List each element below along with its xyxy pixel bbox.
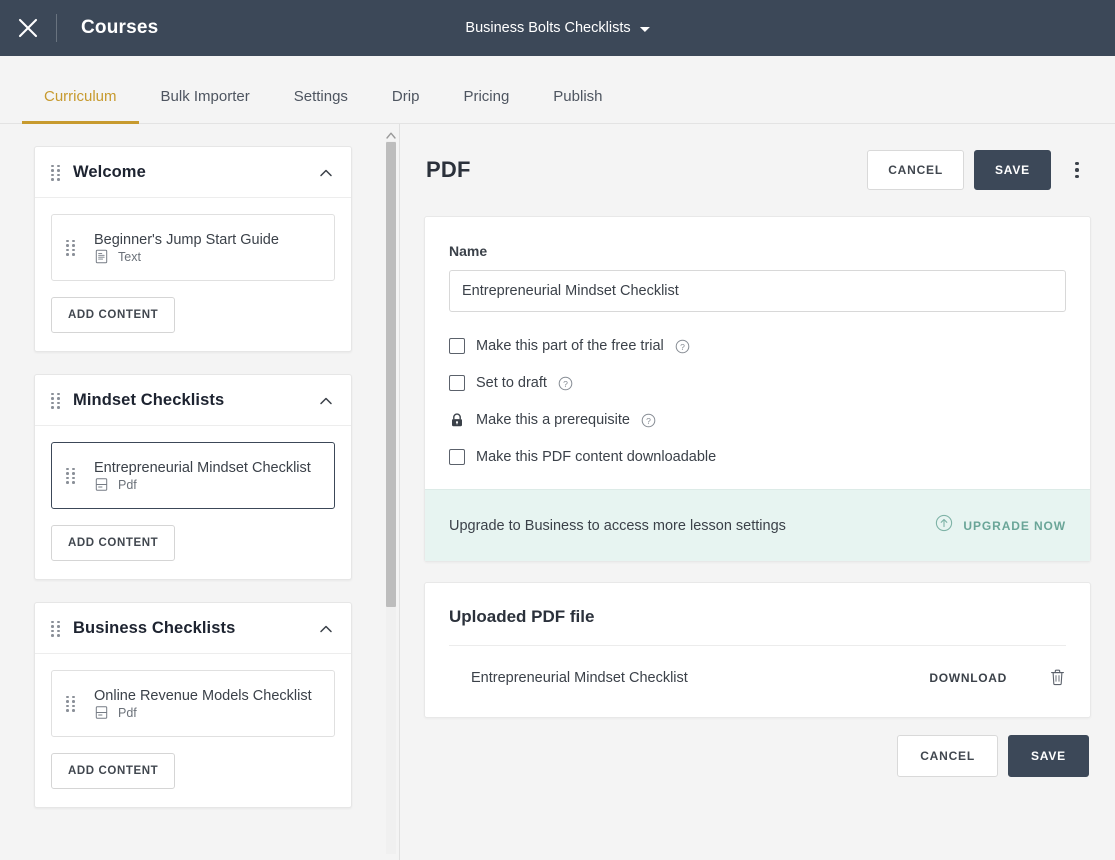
tab-publish[interactable]: Publish <box>531 88 624 123</box>
more-options-icon[interactable] <box>1063 156 1091 184</box>
section-header[interactable]: Welcome <box>35 147 351 198</box>
curriculum-section: Business Checklists Online Revenue Model… <box>34 602 352 808</box>
checkbox-free-trial[interactable] <box>449 338 465 354</box>
curriculum-sidebar: Welcome Beginner's Jump Start Guide Text… <box>0 124 382 860</box>
topbar-divider <box>56 14 57 42</box>
course-selector-label: Business Bolts Checklists <box>465 20 631 36</box>
drag-handle-icon[interactable] <box>51 164 61 181</box>
uploaded-file-title: Uploaded PDF file <box>449 607 1066 646</box>
name-label: Name <box>449 243 488 259</box>
help-icon[interactable]: ? <box>675 339 690 354</box>
checkbox-set-to-draft[interactable] <box>449 375 465 391</box>
lesson-type-label: Pdf <box>118 705 137 720</box>
svg-text:?: ? <box>646 415 651 425</box>
option-prerequisite[interactable]: Make this a prerequisite ? <box>449 412 1066 428</box>
drag-handle-icon[interactable] <box>66 239 76 256</box>
upgrade-message: Upgrade to Business to access more lesso… <box>449 517 786 534</box>
trash-icon[interactable] <box>1049 668 1066 687</box>
add-content-button[interactable]: ADD CONTENT <box>51 753 176 789</box>
chevron-down-icon <box>639 26 650 32</box>
curriculum-section: Mindset Checklists Entrepreneurial Minds… <box>34 374 352 580</box>
chevron-up-icon[interactable] <box>317 164 335 182</box>
drag-handle-icon[interactable] <box>66 467 76 484</box>
lesson-name: Entrepreneurial Mindset Checklist <box>94 460 311 476</box>
section-header[interactable]: Mindset Checklists <box>35 375 351 426</box>
svg-text:?: ? <box>563 378 568 388</box>
upgrade-now-label: UPGRADE NOW <box>963 518 1066 533</box>
option-label: Make this part of the free trial <box>476 338 664 354</box>
content-area: Welcome Beginner's Jump Start Guide Text… <box>0 124 1115 860</box>
option-label: Make this a prerequisite <box>476 412 630 428</box>
lesson-card[interactable]: Beginner's Jump Start Guide Text <box>51 214 335 281</box>
tab-settings[interactable]: Settings <box>272 88 370 123</box>
settings-panel: Name Make this part of the free trial ? <box>424 216 1091 562</box>
tab-bulk-importer[interactable]: Bulk Importer <box>139 88 272 123</box>
settings-form: Name Make this part of the free trial ? <box>425 217 1090 489</box>
pdf-file-icon <box>94 477 109 492</box>
option-downloadable[interactable]: Make this PDF content downloadable <box>449 449 1066 465</box>
editor-title: PDF <box>426 157 471 182</box>
lesson-type-label: Pdf <box>118 477 137 492</box>
editor-footer: CANCEL SAVE <box>424 735 1091 777</box>
name-input[interactable] <box>449 270 1066 312</box>
curriculum-section: Welcome Beginner's Jump Start Guide Text… <box>34 146 352 352</box>
cancel-button-bottom[interactable]: CANCEL <box>897 735 998 777</box>
lesson-type-label: Text <box>118 249 141 264</box>
section-header[interactable]: Business Checklists <box>35 603 351 654</box>
section-body: Beginner's Jump Start Guide Text ADD CON… <box>35 198 351 351</box>
download-button[interactable]: DOWNLOAD <box>929 671 1007 685</box>
section-title: Mindset Checklists <box>73 391 225 409</box>
pdf-file-icon <box>94 705 109 720</box>
top-bar: Courses Business Bolts Checklists <box>0 0 1115 56</box>
uploaded-file-panel: Uploaded PDF file Entrepreneurial Mindse… <box>424 582 1091 718</box>
chevron-up-icon[interactable] <box>317 392 335 410</box>
tab-curriculum[interactable]: Curriculum <box>22 88 139 124</box>
help-icon[interactable]: ? <box>558 376 573 391</box>
uploaded-file-name: Entrepreneurial Mindset Checklist <box>471 669 688 686</box>
arrow-up-circle-icon <box>935 514 953 537</box>
course-selector[interactable]: Business Bolts Checklists <box>465 20 650 36</box>
chevron-up-icon[interactable] <box>317 620 335 638</box>
sidebar-scrollbar[interactable] <box>382 124 400 860</box>
lesson-name: Beginner's Jump Start Guide <box>94 232 279 248</box>
lock-icon <box>449 412 465 428</box>
tab-drip[interactable]: Drip <box>370 88 442 123</box>
options-list: Make this part of the free trial ? Set t… <box>449 338 1066 465</box>
drag-handle-icon[interactable] <box>66 695 76 712</box>
add-content-button[interactable]: ADD CONTENT <box>51 297 176 333</box>
cancel-button-top[interactable]: CANCEL <box>867 150 964 190</box>
page-title: Courses <box>81 17 159 38</box>
section-body: Entrepreneurial Mindset Checklist Pdf AD… <box>35 426 351 579</box>
drag-handle-icon[interactable] <box>51 392 61 409</box>
upgrade-banner: Upgrade to Business to access more lesso… <box>425 489 1090 561</box>
section-title: Business Checklists <box>73 619 236 637</box>
svg-text:?: ? <box>680 341 685 351</box>
uploaded-file-row: Entrepreneurial Mindset Checklist DOWNLO… <box>449 646 1066 687</box>
close-icon[interactable] <box>0 0 56 56</box>
scrollbar-thumb[interactable] <box>386 142 396 607</box>
add-content-button[interactable]: ADD CONTENT <box>51 525 176 561</box>
help-icon[interactable]: ? <box>641 413 656 428</box>
editor-header: PDF CANCEL SAVE <box>424 150 1091 190</box>
lesson-card-selected[interactable]: Entrepreneurial Mindset Checklist Pdf <box>51 442 335 509</box>
tab-bar: Curriculum Bulk Importer Settings Drip P… <box>0 56 1115 124</box>
option-label: Set to draft <box>476 375 547 391</box>
upgrade-now-button[interactable]: UPGRADE NOW <box>935 514 1066 537</box>
option-label: Make this PDF content downloadable <box>476 449 717 465</box>
text-file-icon <box>94 249 109 264</box>
lesson-editor-panel: PDF CANCEL SAVE Name Make this part of t… <box>400 124 1115 860</box>
section-body: Online Revenue Models Checklist Pdf ADD … <box>35 654 351 807</box>
option-free-trial[interactable]: Make this part of the free trial ? <box>449 338 1066 354</box>
save-button-top[interactable]: SAVE <box>974 150 1051 190</box>
drag-handle-icon[interactable] <box>51 620 61 637</box>
tab-pricing[interactable]: Pricing <box>441 88 531 123</box>
section-title: Welcome <box>73 163 146 181</box>
save-button-bottom[interactable]: SAVE <box>1008 735 1089 777</box>
lesson-name: Online Revenue Models Checklist <box>94 688 312 704</box>
option-set-to-draft[interactable]: Set to draft ? <box>449 375 1066 391</box>
lesson-card[interactable]: Online Revenue Models Checklist Pdf <box>51 670 335 737</box>
checkbox-downloadable[interactable] <box>449 449 465 465</box>
